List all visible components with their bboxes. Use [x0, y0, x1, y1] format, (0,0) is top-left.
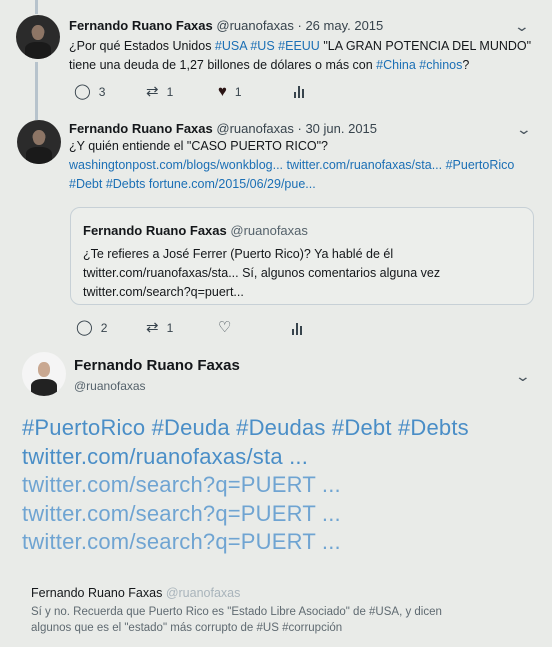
reply-button[interactable]: ◯ 2: [76, 320, 107, 335]
retweet-icon: ⇄: [146, 83, 159, 100]
like-icon: ♡: [218, 319, 232, 336]
analytics-icon: [294, 86, 304, 98]
tweet-actions: ◯ 3 ⇄ 1 ♥ 1: [0, 84, 552, 104]
reply-text: Sí y no. Recuerda que Puerto Rico es "Es…: [31, 606, 442, 634]
retweet-count: 1: [166, 84, 174, 99]
retweet-count: 1: [166, 320, 174, 335]
hashtags[interactable]: #China #chinos: [376, 58, 462, 72]
reply-icon: ◯: [74, 83, 91, 100]
tweet-text: ¿Por qué Estados Unidos #USA #US #EEUU "…: [69, 39, 532, 72]
handle-date[interactable]: @ruanofaxas · 26 may. 2015: [216, 18, 383, 33]
avatar[interactable]: [16, 15, 60, 59]
like-button[interactable]: ♡: [218, 320, 239, 335]
analytics-icon: [292, 323, 302, 335]
reply-handle[interactable]: @ruanofaxas: [166, 586, 241, 600]
like-icon: ♥: [218, 83, 227, 100]
author-name[interactable]: Fernando Ruano Faxas: [69, 121, 213, 136]
expanded-tweet-text: #PuertoRico #Deuda #Deudas #Debt #Debts …: [22, 414, 469, 557]
retweet-button[interactable]: ⇄ 1: [146, 320, 173, 335]
hashtags-line[interactable]: #PuertoRico #Deuda #Deudas #Debt #Debts: [22, 414, 469, 443]
hashtags[interactable]: #USA #US #EEUU: [215, 39, 320, 53]
tweet-actions: ◯ 2 ⇄ 1 ♡: [0, 320, 552, 340]
tweet-header: Fernando Ruano Faxas @ruanofaxas · 26 ma…: [69, 18, 383, 33]
tweet-link[interactable]: twitter.com/ruanofaxas/sta ...: [22, 443, 469, 472]
analytics-button[interactable]: [292, 323, 302, 335]
tweet-link[interactable]: twitter.com/search?q=PUERT ...: [22, 471, 469, 500]
handle-date[interactable]: @ruanofaxas · 30 jun. 2015: [216, 121, 377, 136]
avatar[interactable]: [17, 120, 61, 164]
thread-line-top: [35, 0, 38, 14]
tweet-header: Fernando Ruano Faxas @ruanofaxas · 30 ju…: [69, 121, 377, 136]
author-name[interactable]: Fernando Ruano Faxas: [69, 18, 213, 33]
reply-button[interactable]: ◯ 3: [74, 84, 105, 99]
quoted-handle: @ruanofaxas: [230, 223, 308, 238]
quoted-tweet[interactable]: Fernando Ruano Faxas @ruanofaxas ¿Te ref…: [70, 207, 534, 305]
reply-preview: Fernando Ruano Faxas @ruanofaxas Sí y no…: [31, 586, 531, 636]
chevron-down-icon[interactable]: ⌄: [516, 121, 532, 138]
quoted-text: ¿Te refieres a José Ferrer (Puerto Rico)…: [83, 247, 441, 299]
reply-header: Fernando Ruano Faxas @ruanofaxas: [31, 586, 531, 600]
reply-icon: ◯: [76, 319, 93, 336]
avatar[interactable]: [22, 352, 66, 396]
tweet-links[interactable]: #Debt #Debts fortune.com/2015/06/29/pue.…: [69, 177, 316, 191]
tweet-link[interactable]: twitter.com/search?q=PUERT ...: [22, 500, 469, 529]
chevron-down-icon[interactable]: ⌄: [515, 368, 531, 385]
reply-count: 3: [98, 84, 106, 99]
like-count: 1: [234, 84, 242, 99]
retweet-button[interactable]: ⇄ 1: [146, 84, 173, 99]
reply-count: 2: [100, 320, 108, 335]
author-handle[interactable]: @ruanofaxas: [74, 379, 146, 393]
quoted-author-name: Fernando Ruano Faxas: [83, 223, 227, 238]
tweet-links[interactable]: washingtonpost.com/blogs/wonkblog... twi…: [69, 158, 514, 172]
author-name[interactable]: Fernando Ruano Faxas: [74, 357, 240, 374]
analytics-button[interactable]: [294, 86, 304, 98]
tweet-text: ¿Y quién entiende el "CASO PUERTO RICO"?…: [69, 139, 515, 191]
like-button[interactable]: ♥ 1: [218, 84, 242, 99]
reply-author-name[interactable]: Fernando Ruano Faxas: [31, 586, 162, 600]
retweet-icon: ⇄: [146, 319, 159, 336]
tweet-link[interactable]: twitter.com/search?q=PUERT ...: [22, 528, 469, 557]
chevron-down-icon[interactable]: ⌄: [514, 18, 530, 35]
quoted-header: Fernando Ruano Faxas @ruanofaxas: [83, 223, 308, 238]
